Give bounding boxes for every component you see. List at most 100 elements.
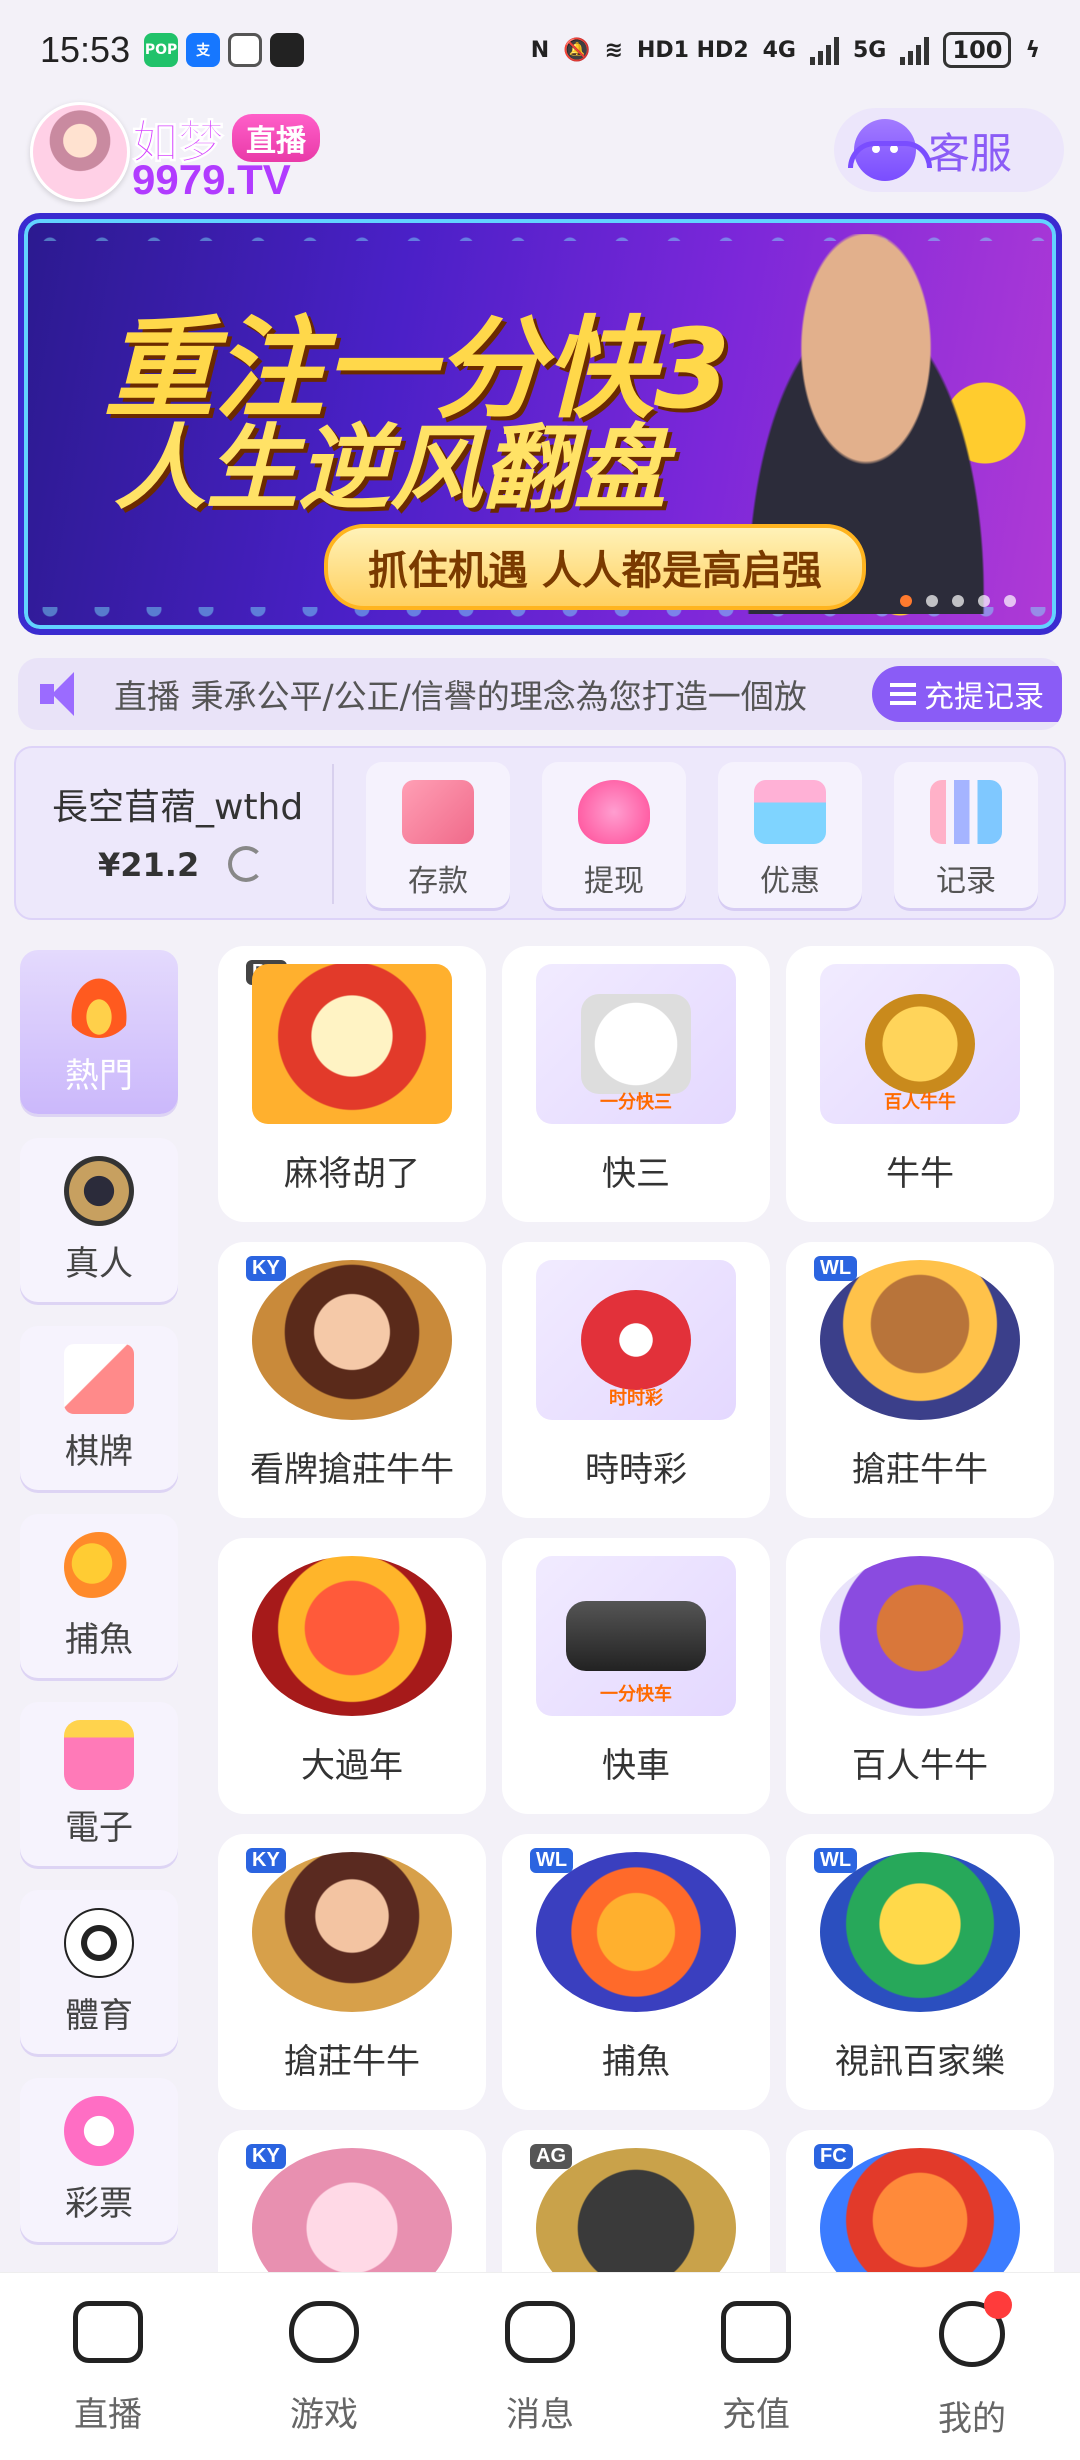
game-label: 快車 bbox=[602, 1746, 670, 1786]
banner-dot[interactable] bbox=[952, 595, 964, 607]
money-bag-icon bbox=[578, 780, 650, 844]
game-label: 大過年 bbox=[301, 1746, 403, 1786]
tab-games[interactable]: 游戏 bbox=[234, 2301, 414, 2460]
signal-icon bbox=[810, 35, 839, 65]
transaction-record-label: 充提记录 bbox=[924, 680, 1044, 715]
game-card-look-grab-niuniu[interactable]: KY 看牌搶莊牛牛 bbox=[218, 1242, 486, 1518]
tab-profile[interactable]: 我的 bbox=[882, 2291, 1062, 2460]
wallet-icon bbox=[721, 2301, 791, 2363]
transaction-record-button[interactable]: 充提记录 bbox=[872, 666, 1062, 722]
records-label: 记录 bbox=[936, 864, 996, 899]
provider-badge: AG bbox=[530, 2144, 572, 2169]
refresh-icon[interactable] bbox=[228, 846, 264, 882]
customer-service-button[interactable]: 客服 bbox=[834, 108, 1064, 192]
cowgirl-game-art bbox=[252, 1260, 452, 1420]
banner-pagination[interactable] bbox=[900, 595, 1016, 607]
status-bar: 15:53 POP 支 N 🔕 ≋ HD1 HD2 4G 5G 100 ϟ bbox=[0, 0, 1080, 100]
pop-app-icon: POP bbox=[144, 33, 179, 67]
category-live[interactable]: 真人 bbox=[20, 1138, 178, 1302]
divider bbox=[332, 764, 334, 904]
mahjong-game-art bbox=[252, 964, 452, 1124]
dice-game-art: 一分快三 bbox=[536, 964, 736, 1124]
banner-dot[interactable] bbox=[900, 595, 912, 607]
category-label: 真人 bbox=[65, 1243, 133, 1284]
signal-icon-2 bbox=[900, 35, 930, 65]
provider-badge: FC bbox=[814, 2144, 853, 2169]
soccer-icon bbox=[64, 1907, 134, 1978]
promotion-button[interactable]: 优惠 bbox=[718, 762, 862, 908]
nfc-icon: N bbox=[530, 37, 550, 63]
category-lottery[interactable]: 彩票 bbox=[20, 2078, 178, 2242]
category-hot[interactable]: 熱門 bbox=[20, 950, 178, 1114]
account-balance: ¥21.2 bbox=[98, 846, 200, 884]
records-button[interactable]: 记录 bbox=[894, 762, 1038, 908]
game-art-tag: 一分快车 bbox=[600, 1684, 672, 1705]
game-app-icon bbox=[270, 33, 305, 67]
fire-icon bbox=[64, 967, 134, 1038]
alipay-icon: 支 bbox=[186, 33, 221, 67]
game-card-mahjong[interactable]: PG 麻将胡了 bbox=[218, 946, 486, 1222]
chip-icon bbox=[64, 1155, 134, 1226]
category-label: 棋牌 bbox=[65, 1431, 133, 1472]
promo-banner[interactable]: 重注一分快3 人生逆风翻盘 抓住机遇 人人都是高启强 bbox=[18, 213, 1062, 635]
banner-slogan: 抓住机遇 人人都是高启强 bbox=[324, 524, 866, 610]
category-label: 電子 bbox=[65, 1807, 133, 1848]
banner-dot[interactable] bbox=[1004, 595, 1016, 607]
gift-icon bbox=[754, 780, 826, 844]
game-card-fishing[interactable]: WL 捕魚 bbox=[502, 1834, 770, 2110]
announcement-marquee[interactable]: 直播 秉承公平/公正/信譽的理念為您打造一個放 充提记录 bbox=[18, 658, 1062, 730]
game-card-ssc[interactable]: 时时彩 時時彩 bbox=[502, 1242, 770, 1518]
game-label: 搶莊牛牛 bbox=[852, 1450, 988, 1490]
lottery-game-art: 时时彩 bbox=[536, 1260, 736, 1420]
game-card-fast-car[interactable]: 一分快车 快車 bbox=[502, 1538, 770, 1814]
category-sports[interactable]: 體育 bbox=[20, 1890, 178, 2054]
game-label: 快三 bbox=[602, 1154, 670, 1194]
dice-icon bbox=[581, 994, 691, 1094]
bottom-navigation: 直播 游戏 消息 充值 我的 bbox=[0, 2272, 1080, 2460]
game-label: 時時彩 bbox=[585, 1450, 687, 1490]
category-slots[interactable]: 電子 bbox=[20, 1702, 178, 1866]
bar-chart-icon bbox=[930, 780, 1002, 844]
game-card-grab-niuniu-ky[interactable]: KY 搶莊牛牛 bbox=[218, 1834, 486, 2110]
tab-label: 直播 bbox=[74, 2395, 142, 2435]
brand-logo-avatar bbox=[30, 102, 130, 202]
tab-live[interactable]: 直播 bbox=[18, 2301, 198, 2460]
golden-bull-icon bbox=[865, 994, 975, 1094]
car-game-art: 一分快车 bbox=[536, 1556, 736, 1716]
provider-badge: KY bbox=[246, 1848, 286, 1873]
category-fishing[interactable]: 捕魚 bbox=[20, 1514, 178, 1678]
camera-icon bbox=[73, 2301, 143, 2363]
provider-badge: WL bbox=[814, 1256, 858, 1281]
category-cards[interactable]: 棋牌 bbox=[20, 1326, 178, 1490]
banner-dot[interactable] bbox=[926, 595, 938, 607]
tab-label: 我的 bbox=[938, 2399, 1006, 2439]
withdraw-button[interactable]: 提现 bbox=[542, 762, 686, 908]
fish-icon bbox=[64, 1531, 134, 1602]
game-card-k3[interactable]: 一分快三 快三 bbox=[502, 946, 770, 1222]
game-card-niuniu[interactable]: 百人牛牛 牛牛 bbox=[786, 946, 1054, 1222]
game-art-tag: 百人牛牛 bbox=[884, 1092, 956, 1113]
game-grid: PG 麻将胡了 一分快三 快三 百人牛牛 牛牛 KY 看牌搶莊牛牛 时时彩 時時… bbox=[218, 946, 1058, 2406]
provider-badge: WL bbox=[530, 1848, 574, 1873]
account-panel: 長空苜蓿_wthd ¥21.2 存款 提现 优惠 记录 bbox=[14, 746, 1066, 920]
banner-dot[interactable] bbox=[978, 595, 990, 607]
status-time: 15:53 bbox=[40, 29, 131, 70]
game-card-new-year[interactable]: 大過年 bbox=[218, 1538, 486, 1814]
cards-icon bbox=[64, 1343, 134, 1414]
customer-service-label: 客服 bbox=[928, 128, 1013, 178]
brand-badge: 直播 bbox=[232, 114, 320, 162]
tab-messages[interactable]: 消息 bbox=[450, 2301, 630, 2460]
game-card-grab-niuniu-wl[interactable]: WL 搶莊牛牛 bbox=[786, 1242, 1054, 1518]
game-label: 視訊百家樂 bbox=[835, 2042, 1005, 2082]
game-card-video-baccarat[interactable]: WL 視訊百家樂 bbox=[786, 1834, 1054, 2110]
game-label: 麻将胡了 bbox=[284, 1154, 420, 1194]
deposit-button[interactable]: 存款 bbox=[366, 762, 510, 908]
baccarat-game-art bbox=[820, 1852, 1020, 2012]
tab-recharge[interactable]: 充值 bbox=[666, 2301, 846, 2460]
deposit-label: 存款 bbox=[408, 864, 468, 899]
game-label: 百人牛牛 bbox=[852, 1746, 988, 1786]
lady-game-art bbox=[252, 1852, 452, 2012]
game-card-hundred-niuniu[interactable]: 百人牛牛 bbox=[786, 1538, 1054, 1814]
announcement-text: 直播 秉承公平/公正/信譽的理念為您打造一個放 bbox=[114, 677, 807, 716]
promotion-label: 优惠 bbox=[760, 864, 820, 899]
